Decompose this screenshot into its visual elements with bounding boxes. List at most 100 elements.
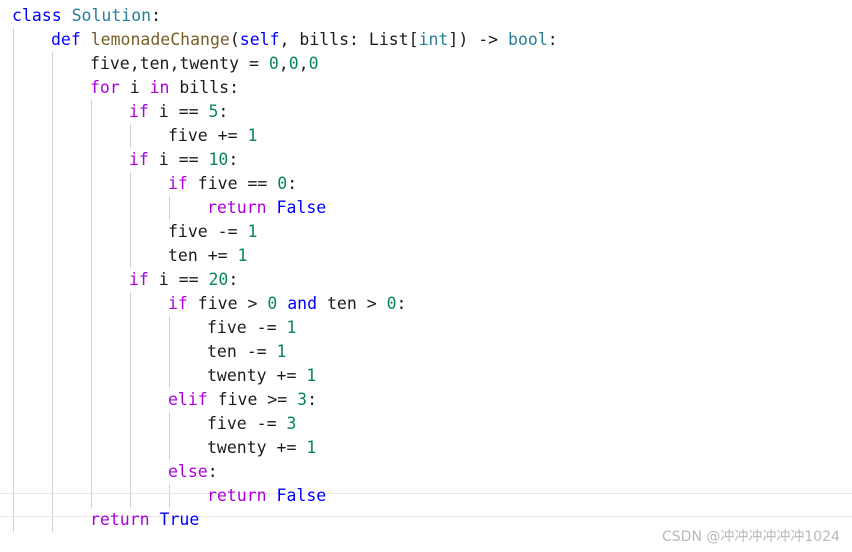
code-line[interactable]: five -= 3	[0, 412, 852, 436]
code-line[interactable]: return False	[0, 196, 852, 220]
code-line[interactable]: twenty += 1	[0, 364, 852, 388]
code-token-num: 5	[208, 102, 219, 121]
code-token-num: 1	[247, 126, 258, 145]
code-token-plain: :	[307, 390, 318, 409]
code-token-num: 0	[386, 294, 397, 313]
code-token-ctrl: return	[90, 510, 150, 529]
code-token-ctrl: if	[168, 174, 188, 193]
code-token-fn: lemonadeChange	[90, 30, 230, 49]
code-line[interactable]: for i in bills:	[0, 76, 852, 100]
code-token-plain: five +=	[168, 126, 248, 145]
code-line[interactable]: elif five >= 3:	[0, 388, 852, 412]
code-token-plain: (	[229, 30, 240, 49]
code-token-plain: five ==	[187, 174, 278, 193]
code-token-plain: :	[228, 150, 239, 169]
code-token-plain: bills:	[169, 78, 240, 97]
code-line[interactable]: def lemonadeChange(self, bills: List[int…	[0, 28, 852, 52]
code-screenshot: class Solution: def lemonadeChange(self, …	[0, 0, 852, 552]
code-token-plain: i ==	[148, 270, 209, 289]
code-token-plain: five -=	[207, 318, 287, 337]
code-token-plain: :	[207, 462, 218, 481]
code-line[interactable]: ten += 1	[0, 244, 852, 268]
code-token-num: 10	[208, 150, 229, 169]
code-token-plain: :	[218, 102, 229, 121]
code-token-plain: ,	[298, 54, 309, 73]
code-token-num: 0	[267, 294, 278, 313]
code-token-ctrl: if	[129, 270, 149, 289]
code-token-num: 1	[237, 246, 248, 265]
code-token-num: 0	[308, 54, 319, 73]
code-token-kw: and	[287, 294, 318, 313]
code-token-ctrl: return	[207, 486, 267, 505]
code-line[interactable]: class Solution:	[0, 4, 852, 28]
code-token-plain: :	[396, 294, 407, 313]
code-token-plain: , bills: List[	[279, 30, 419, 49]
code-token-plain: five >	[187, 294, 268, 313]
code-token-class: Solution	[71, 6, 152, 25]
code-token-kw: False	[276, 486, 327, 505]
code-token-kw: class	[12, 6, 62, 25]
code-token-plain: ,	[278, 54, 289, 73]
code-token-ctrl: elif	[168, 390, 208, 409]
code-token-ctrl: if	[129, 150, 149, 169]
code-token-ctrl: if	[168, 294, 188, 313]
code-token-num: 0	[288, 54, 299, 73]
code-token-ctrl: if	[129, 102, 149, 121]
code-token-num: 1	[286, 318, 297, 337]
code-token-plain: :	[228, 270, 239, 289]
code-line[interactable]: five -= 1	[0, 316, 852, 340]
code-token-num: 3	[286, 414, 297, 433]
code-token-plain: i ==	[148, 102, 209, 121]
code-token-num: 3	[297, 390, 308, 409]
code-token-plain: five >=	[207, 390, 298, 409]
code-token-plain: five -=	[168, 222, 248, 241]
code-line[interactable]: five,ten,twenty = 0,0,0	[0, 52, 852, 76]
code-token-ctrl: return	[207, 198, 267, 217]
code-token-plain: twenty +=	[207, 366, 307, 385]
code-line[interactable]: if i == 5:	[0, 100, 852, 124]
code-line[interactable]: if i == 20:	[0, 268, 852, 292]
code-token-plain: five,ten,twenty =	[90, 54, 269, 73]
code-line[interactable]: if five == 0:	[0, 172, 852, 196]
code-line[interactable]: return False	[0, 484, 852, 508]
code-token-ctrl: for	[90, 78, 120, 97]
code-token-type: bool	[508, 30, 548, 49]
code-token-ctrl: in	[149, 78, 170, 97]
code-line[interactable]: ten -= 1	[0, 340, 852, 364]
code-editor-surface[interactable]: class Solution: def lemonadeChange(self, …	[0, 0, 852, 552]
code-line[interactable]: five += 1	[0, 124, 852, 148]
code-line[interactable]: twenty += 1	[0, 436, 852, 460]
code-line[interactable]: if i == 10:	[0, 148, 852, 172]
code-token-plain: :	[151, 6, 162, 25]
code-token-kw: self	[239, 30, 280, 49]
code-token-plain: ]) ->	[448, 30, 509, 49]
code-line[interactable]: five -= 1	[0, 220, 852, 244]
code-token-plain: twenty +=	[207, 438, 307, 457]
code-token-num: 0	[277, 174, 288, 193]
code-token-num: 1	[306, 366, 317, 385]
code-token-plain: :	[547, 30, 558, 49]
code-token-kw: def	[51, 30, 81, 49]
code-token-num: 1	[306, 438, 317, 457]
code-token-kw: False	[276, 198, 327, 217]
code-token-plain: i	[119, 78, 150, 97]
code-token-plain: i ==	[148, 150, 209, 169]
code-token-ctrl: else	[168, 462, 208, 481]
code-line[interactable]: if five > 0 and ten > 0:	[0, 292, 852, 316]
code-token-plain: :	[287, 174, 298, 193]
code-line[interactable]: else:	[0, 460, 852, 484]
code-token-plain: ten +=	[168, 246, 238, 265]
code-token-num: 1	[276, 342, 287, 361]
code-token-num: 1	[247, 222, 258, 241]
code-token-num: 20	[208, 270, 229, 289]
csdn-watermark: CSDN @冲冲冲冲冲冲1024	[662, 529, 840, 545]
code-token-type: int	[418, 30, 449, 49]
code-token-plain: ten >	[317, 294, 387, 313]
code-token-kw: True	[159, 510, 200, 529]
